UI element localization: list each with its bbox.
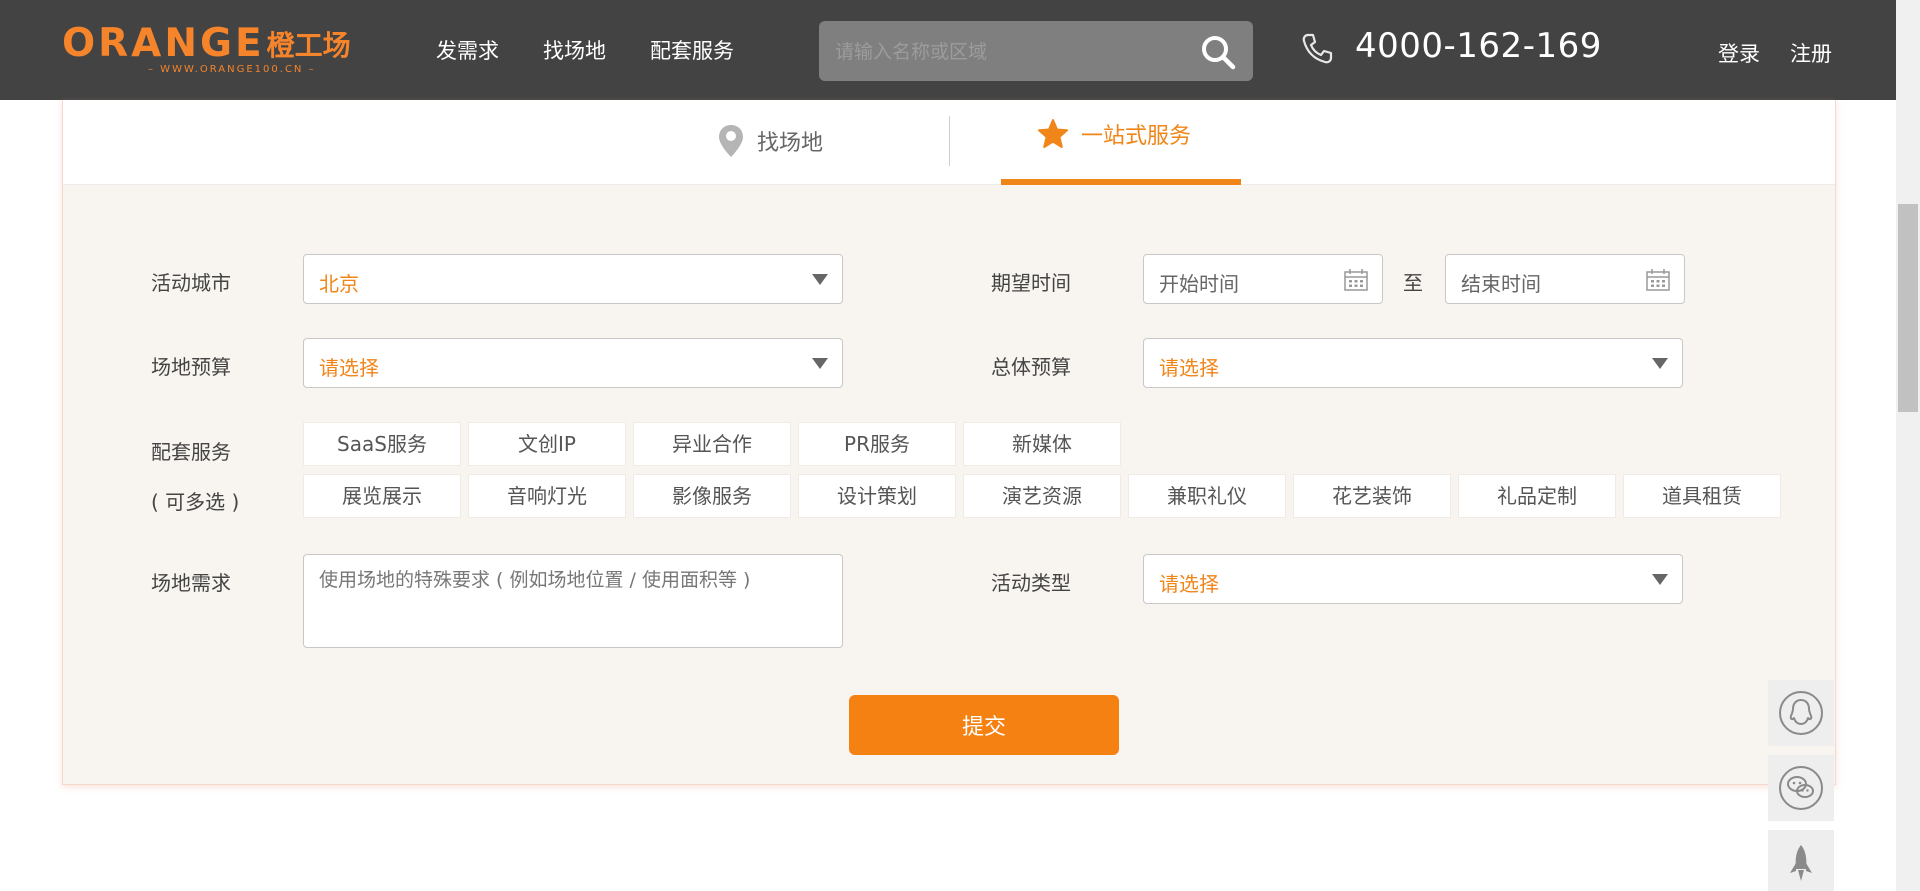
service-chip-audio-lighting[interactable]: 音响灯光 bbox=[468, 474, 626, 518]
service-chip-saas[interactable]: SaaS服务 bbox=[303, 422, 461, 466]
venue-budget-value: 请选择 bbox=[319, 356, 379, 380]
total-budget-value: 请选择 bbox=[1159, 356, 1219, 380]
nav-find-venue[interactable]: 找场地 bbox=[543, 35, 606, 65]
chevron-down-icon bbox=[812, 274, 828, 285]
service-chip-video[interactable]: 影像服务 bbox=[633, 474, 791, 518]
city-select[interactable]: 北京 bbox=[303, 254, 843, 304]
qq-icon bbox=[1779, 691, 1823, 735]
start-date-field[interactable]: 开始时间 bbox=[1143, 254, 1383, 304]
city-select-value: 北京 bbox=[319, 272, 359, 296]
tab-find-venue-label: 找场地 bbox=[757, 131, 824, 156]
event-type-select[interactable]: 请选择 bbox=[1143, 554, 1683, 604]
venue-requirement-label: 场地需求 bbox=[151, 571, 231, 595]
calendar-icon bbox=[1646, 269, 1670, 291]
search-box bbox=[819, 21, 1253, 81]
wechat-contact-button[interactable] bbox=[1768, 755, 1834, 821]
start-date-placeholder: 开始时间 bbox=[1159, 272, 1239, 296]
event-type-value: 请选择 bbox=[1159, 572, 1219, 596]
nav-support-services[interactable]: 配套服务 bbox=[650, 35, 734, 65]
service-chip-cooperation[interactable]: 异业合作 bbox=[633, 422, 791, 466]
service-chip-new-media[interactable]: 新媒体 bbox=[963, 422, 1121, 466]
service-chip-props[interactable]: 道具租赁 bbox=[1623, 474, 1781, 518]
chevron-down-icon bbox=[1652, 574, 1668, 585]
venue-budget-select[interactable]: 请选择 bbox=[303, 338, 843, 388]
search-icon[interactable] bbox=[1199, 33, 1237, 71]
register-link[interactable]: 注册 bbox=[1790, 38, 1832, 68]
tab-bar: 找场地 一站式服务 bbox=[63, 100, 1835, 185]
nav-post-demand[interactable]: 发需求 bbox=[436, 35, 499, 65]
logo[interactable]: ORANGE 橙工场 – WWW.ORANGE100.CN – bbox=[62, 21, 351, 76]
service-chip-performance[interactable]: 演艺资源 bbox=[963, 474, 1121, 518]
logo-text-en: ORANGE bbox=[62, 21, 265, 66]
location-pin-icon bbox=[719, 125, 743, 157]
chevron-down-icon bbox=[1652, 358, 1668, 369]
service-chip-gifts[interactable]: 礼品定制 bbox=[1458, 474, 1616, 518]
service-chip-exhibition[interactable]: 展览展示 bbox=[303, 474, 461, 518]
tab-one-stop-service-label: 一站式服务 bbox=[1081, 124, 1192, 149]
venue-budget-label: 场地预算 bbox=[151, 355, 231, 379]
active-tab-indicator bbox=[1001, 179, 1241, 185]
service-chip-pr[interactable]: PR服务 bbox=[798, 422, 956, 466]
calendar-icon bbox=[1344, 269, 1368, 291]
venue-requirement-textarea[interactable] bbox=[303, 554, 843, 648]
total-budget-select[interactable]: 请选择 bbox=[1143, 338, 1683, 388]
date-range-separator: 至 bbox=[1403, 271, 1423, 295]
search-input[interactable] bbox=[833, 31, 1187, 73]
scrollbar-thumb[interactable] bbox=[1898, 204, 1918, 412]
qq-contact-button[interactable] bbox=[1768, 680, 1834, 746]
logo-text-cn: 橙工场 bbox=[266, 29, 351, 62]
top-header: ORANGE 橙工场 – WWW.ORANGE100.CN – 发需求 找场地 … bbox=[0, 0, 1896, 100]
rocket-icon bbox=[1790, 845, 1812, 881]
city-label: 活动城市 bbox=[151, 271, 231, 295]
star-icon bbox=[1038, 119, 1068, 148]
request-panel: 找场地 一站式服务 活动城市 北京 期望时间 开始时间 至 结束时间 场地预算 … bbox=[62, 100, 1836, 785]
submit-button[interactable]: 提交 bbox=[849, 695, 1119, 755]
main-nav: 发需求 找场地 配套服务 bbox=[436, 0, 778, 100]
back-to-top-button[interactable] bbox=[1768, 830, 1834, 891]
event-type-label: 活动类型 bbox=[991, 571, 1071, 595]
service-chip-ip[interactable]: 文创IP bbox=[468, 422, 626, 466]
service-chip-floral[interactable]: 花艺装饰 bbox=[1293, 474, 1451, 518]
service-chip-design[interactable]: 设计策划 bbox=[798, 474, 956, 518]
chevron-down-icon bbox=[812, 358, 828, 369]
service-chip-etiquette[interactable]: 兼职礼仪 bbox=[1128, 474, 1286, 518]
phone-number: 4000-162-169 bbox=[1355, 26, 1602, 66]
phone-icon bbox=[1302, 33, 1333, 64]
scrollbar-track[interactable] bbox=[1896, 0, 1920, 891]
tab-find-venue[interactable]: 找场地 bbox=[717, 118, 823, 164]
tab-divider bbox=[949, 116, 950, 166]
services-hint: ( 可多选 ) bbox=[151, 490, 240, 514]
login-link[interactable]: 登录 bbox=[1718, 38, 1760, 68]
services-label: 配套服务 bbox=[151, 440, 231, 464]
tab-one-stop-service[interactable]: 一站式服务 bbox=[1001, 100, 1241, 185]
end-date-field[interactable]: 结束时间 bbox=[1445, 254, 1685, 304]
time-label: 期望时间 bbox=[991, 271, 1071, 295]
end-date-placeholder: 结束时间 bbox=[1461, 272, 1541, 296]
total-budget-label: 总体预算 bbox=[991, 355, 1071, 379]
wechat-icon bbox=[1779, 766, 1823, 810]
